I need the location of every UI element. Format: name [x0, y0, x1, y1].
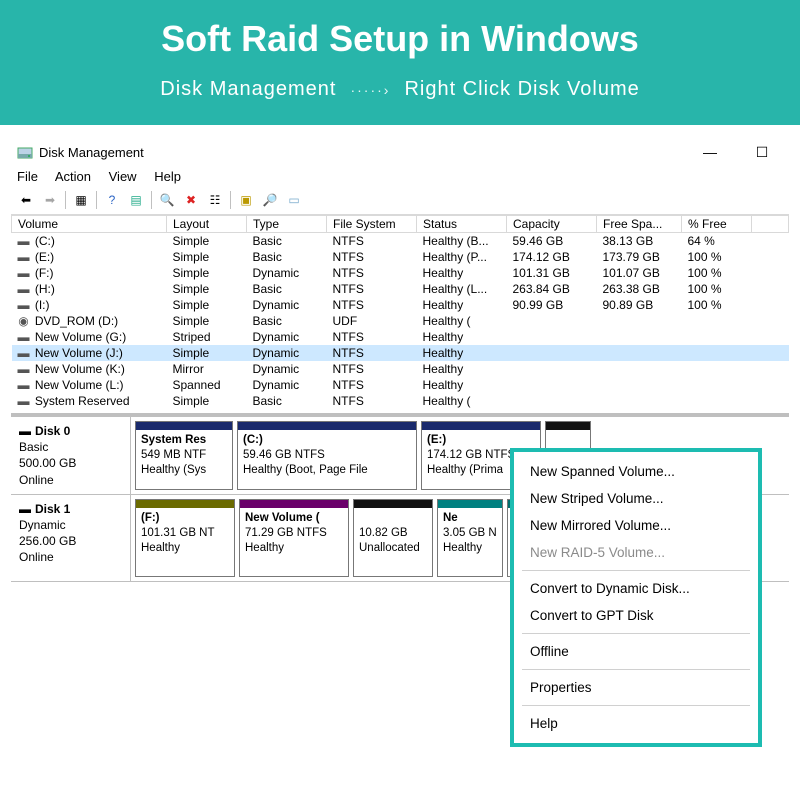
partition[interactable]: (C:)59.46 GB NTFSHealthy (Boot, Page Fil… — [237, 421, 417, 490]
column-header[interactable]: Layout — [167, 216, 247, 233]
disc-icon: ◉ — [18, 314, 30, 328]
arrow-icon: ·····› — [350, 82, 390, 98]
context-menu-item[interactable]: New Striped Volume... — [514, 485, 758, 512]
context-menu: New Spanned Volume...New Striped Volume.… — [510, 448, 762, 747]
properties-button[interactable]: ☷ — [204, 190, 226, 210]
disk-label[interactable]: ▬Disk 0Basic500.00 GBOnline — [11, 417, 131, 494]
table-row[interactable]: ▬ (E:)SimpleBasicNTFSHealthy (P...174.12… — [12, 249, 789, 265]
column-header[interactable]: Capacity — [507, 216, 597, 233]
disk-icon: ▬ — [19, 501, 31, 517]
drive-icon: ▬ — [18, 346, 30, 360]
context-menu-item[interactable]: Convert to GPT Disk — [514, 602, 758, 629]
banner-step2: Right Click Disk Volume — [404, 78, 639, 101]
table-row[interactable]: ▬ (C:)SimpleBasicNTFSHealthy (B...59.46 … — [12, 233, 789, 250]
drive-icon: ▬ — [18, 394, 30, 408]
disk-label[interactable]: ▬Disk 1Dynamic256.00 GBOnline — [11, 495, 131, 582]
grid-view-button[interactable]: ▦ — [70, 190, 92, 210]
list-button[interactable]: ▤ — [125, 190, 147, 210]
column-header[interactable]: Volume — [12, 216, 167, 233]
drive-icon: ▬ — [18, 298, 30, 312]
column-header[interactable]: % Free — [682, 216, 752, 233]
banner-step1: Disk Management — [160, 78, 336, 101]
table-row[interactable]: ▬ New Volume (J:)SimpleDynamicNTFSHealth… — [12, 345, 789, 361]
table-row[interactable]: ▬ New Volume (K:)MirrorDynamicNTFSHealth… — [12, 361, 789, 377]
table-row[interactable]: ▬ (I:)SimpleDynamicNTFSHealthy90.99 GB90… — [12, 297, 789, 313]
partition[interactable]: New Volume (71.29 GB NTFSHealthy — [239, 499, 349, 578]
refresh-icon[interactable]: 🔍 — [156, 190, 178, 210]
menu-view[interactable]: View — [109, 169, 137, 184]
menu-action[interactable]: Action — [55, 169, 91, 184]
tutorial-banner: Soft Raid Setup in Windows Disk Manageme… — [0, 0, 800, 125]
settings-button[interactable]: ▭ — [283, 190, 305, 210]
table-row[interactable]: ▬ (F:)SimpleDynamicNTFSHealthy101.31 GB1… — [12, 265, 789, 281]
delete-button[interactable]: ✖ — [180, 190, 202, 210]
partition[interactable]: 10.82 GBUnallocated — [353, 499, 433, 578]
table-row[interactable]: ▬ New Volume (L:)SpannedDynamicNTFSHealt… — [12, 377, 789, 393]
context-menu-item[interactable]: Offline — [514, 638, 758, 665]
disk-icon: ▬ — [19, 423, 31, 439]
minimize-button[interactable]: — — [695, 144, 725, 161]
menu-help[interactable]: Help — [154, 169, 181, 184]
drive-icon: ▬ — [18, 282, 30, 296]
context-menu-item[interactable]: Convert to Dynamic Disk... — [514, 575, 758, 602]
column-header[interactable]: Free Spa... — [597, 216, 682, 233]
table-row[interactable]: ▬ System ReservedSimpleBasicNTFSHealthy … — [12, 393, 789, 409]
column-header[interactable]: Status — [417, 216, 507, 233]
table-row[interactable]: ▬ (H:)SimpleBasicNTFSHealthy (L...263.84… — [12, 281, 789, 297]
table-row[interactable]: ▬ New Volume (G:)StripedDynamicNTFSHealt… — [12, 329, 789, 345]
help-button[interactable]: ? — [101, 190, 123, 210]
toolbar: ⬅ ➡ ▦ ? ▤ 🔍 ✖ ☷ ▣ 🔎 ▭ — [11, 188, 789, 215]
table-row[interactable]: ◉ DVD_ROM (D:)SimpleBasicUDFHealthy ( — [12, 313, 789, 329]
column-header[interactable]: Type — [247, 216, 327, 233]
drive-icon: ▬ — [18, 362, 30, 376]
search-button[interactable]: 🔎 — [259, 190, 281, 210]
context-menu-item[interactable]: Help — [514, 710, 758, 737]
volume-table: VolumeLayoutTypeFile SystemStatusCapacit… — [11, 215, 789, 409]
maximize-button[interactable]: ☐ — [747, 144, 777, 161]
partition[interactable]: Ne3.05 GB NHealthy — [437, 499, 503, 578]
banner-title: Soft Raid Setup in Windows — [0, 18, 800, 60]
menubar: File Action View Help — [11, 167, 789, 188]
action-button[interactable]: ▣ — [235, 190, 257, 210]
drive-icon: ▬ — [18, 250, 30, 264]
context-menu-item[interactable]: Properties — [514, 674, 758, 701]
context-menu-item: New RAID-5 Volume... — [514, 539, 758, 566]
app-icon — [17, 145, 33, 161]
drive-icon: ▬ — [18, 378, 30, 392]
column-header[interactable]: File System — [327, 216, 417, 233]
back-button[interactable]: ⬅ — [15, 190, 37, 210]
window-title: Disk Management — [39, 145, 695, 160]
context-menu-item[interactable]: New Spanned Volume... — [514, 458, 758, 485]
partition[interactable]: System Res549 MB NTFHealthy (Sys — [135, 421, 233, 490]
drive-icon: ▬ — [18, 266, 30, 280]
forward-button[interactable]: ➡ — [39, 190, 61, 210]
context-menu-item[interactable]: New Mirrored Volume... — [514, 512, 758, 539]
partition[interactable]: (F:)101.31 GB NTHealthy — [135, 499, 235, 578]
drive-icon: ▬ — [18, 234, 30, 248]
drive-icon: ▬ — [18, 330, 30, 344]
menu-file[interactable]: File — [17, 169, 38, 184]
